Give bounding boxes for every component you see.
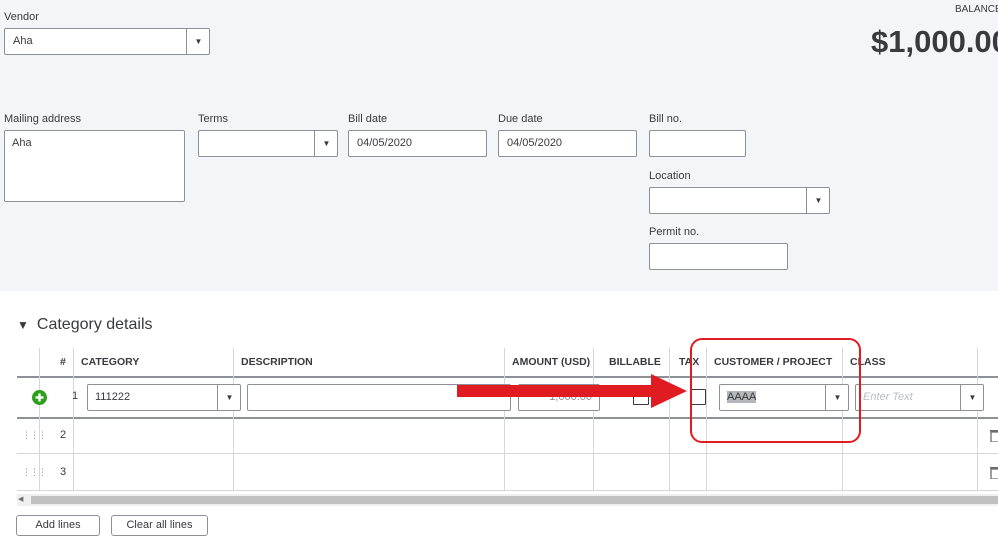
column-header-amount: AMOUNT (USD) — [512, 356, 591, 368]
row-divider — [17, 490, 998, 491]
bill-date-value: 04/05/2020 — [357, 137, 413, 149]
row-number: 2 — [60, 429, 67, 441]
location-label: Location — [649, 170, 691, 182]
bill-date-label: Bill date — [348, 113, 388, 125]
mailing-address-label: Mailing address — [4, 113, 82, 125]
chevron-down-icon[interactable]: ▼ — [217, 385, 240, 410]
column-divider — [504, 348, 505, 491]
terms-label: Terms — [198, 113, 228, 125]
vendor-label: Vendor — [4, 11, 39, 23]
mailing-address-value: Aha — [12, 137, 32, 149]
permit-no-field[interactable] — [649, 243, 788, 270]
category-select[interactable]: 111222 ▼ — [87, 384, 241, 411]
drag-handle-icon[interactable]: ⋮⋮⋮ — [22, 467, 47, 478]
permit-no-label: Permit no. — [649, 226, 700, 238]
category-details-title: Category details — [36, 316, 153, 333]
add-line-icon[interactable] — [32, 390, 47, 405]
balance-label: BALANCE — [955, 4, 998, 15]
chevron-down-icon[interactable]: ▼ — [314, 131, 337, 156]
due-date-label: Due date — [498, 113, 543, 125]
row-number: 1 — [72, 390, 79, 402]
column-divider — [977, 348, 978, 491]
row-number: 3 — [60, 466, 67, 478]
column-header-category: CATEGORY — [81, 356, 140, 368]
drag-handle-icon[interactable]: ⋮⋮⋮ — [22, 430, 47, 441]
clear-all-lines-button[interactable]: Clear all lines — [111, 515, 208, 536]
trash-icon[interactable] — [990, 429, 998, 442]
column-divider — [73, 348, 74, 491]
scroll-left-icon[interactable]: ◀ — [18, 495, 23, 503]
vendor-value: Aha — [13, 35, 33, 47]
chevron-down-icon[interactable]: ▼ — [960, 385, 983, 410]
class-select[interactable]: Enter Text ▼ — [855, 384, 984, 411]
bill-date-field[interactable]: 04/05/2020 — [348, 130, 487, 157]
balance-amount: $1,000.00 — [871, 24, 998, 59]
mailing-address-field[interactable]: Aha — [4, 130, 185, 202]
terms-select[interactable]: ▼ — [198, 130, 338, 157]
bill-no-field[interactable] — [649, 130, 746, 157]
row-divider — [17, 453, 998, 454]
column-header-billable: BILLABLE — [609, 356, 661, 368]
chevron-down-icon[interactable]: ▼ — [806, 188, 829, 213]
column-divider — [669, 348, 670, 491]
chevron-down-icon[interactable]: ▼ — [186, 29, 209, 54]
column-header-number: # — [60, 356, 66, 368]
category-details-toggle[interactable]: ▼ Category details — [17, 316, 153, 334]
vendor-select[interactable]: Aha ▼ — [4, 28, 210, 55]
column-divider — [593, 348, 594, 491]
annotation-highlight-box — [690, 338, 861, 443]
due-date-value: 04/05/2020 — [507, 137, 563, 149]
due-date-field[interactable]: 04/05/2020 — [498, 130, 637, 157]
bill-no-label: Bill no. — [649, 113, 683, 125]
class-placeholder: Enter Text — [863, 391, 913, 403]
add-lines-button[interactable]: Add lines — [16, 515, 100, 536]
column-divider — [233, 348, 234, 491]
scrollbar-thumb[interactable] — [31, 496, 998, 504]
location-select[interactable]: ▼ — [649, 187, 830, 214]
caret-down-icon: ▼ — [17, 318, 29, 332]
category-value: 111222 — [95, 391, 131, 403]
annotation-arrow-icon — [457, 374, 687, 408]
column-header-description: DESCRIPTION — [241, 356, 313, 368]
trash-icon[interactable] — [990, 466, 998, 479]
